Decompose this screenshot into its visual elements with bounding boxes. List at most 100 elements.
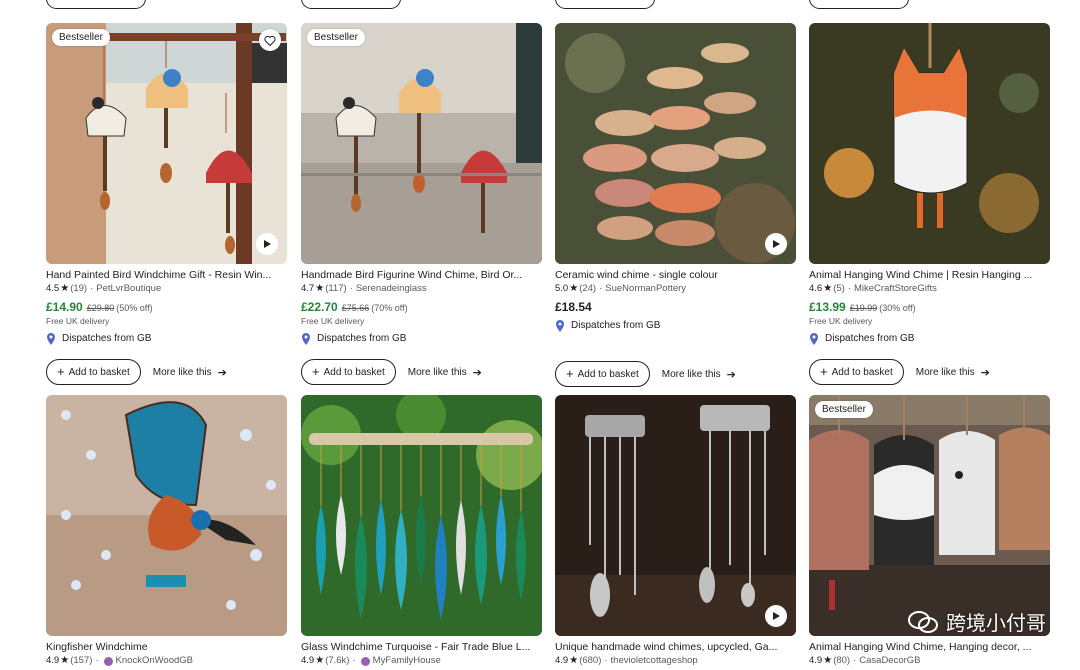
plus-icon: +	[312, 364, 320, 379]
listing-card[interactable]: Glass Windchime Turquoise - Fair Trade B…	[301, 395, 542, 668]
previous-row-basket-button[interactable]	[555, 0, 655, 9]
rating-row: 4.9 ★ (7.6k) · MyFamilyHouse	[301, 654, 542, 668]
price-row: £22.70 £75.66 (70% off)	[301, 299, 542, 315]
rating-value: 4.9	[301, 655, 315, 666]
rating-row: 4.9 ★ (80) · CasaDecorGB	[809, 654, 1050, 668]
shop-name[interactable]: thevioletcottageshop	[611, 654, 698, 668]
add-to-basket-button[interactable]: + Add to basket	[809, 359, 904, 385]
bestseller-badge: Bestseller	[52, 29, 110, 46]
watermark-text: 跨境小付哥	[946, 613, 1046, 635]
original-price: £19.99	[849, 303, 878, 313]
listing-title[interactable]: Handmade Bird Figurine Wind Chime, Bird …	[301, 268, 542, 282]
listing-image[interactable]: Bestseller	[809, 395, 1050, 636]
play-icon[interactable]	[765, 605, 787, 627]
previous-row-basket-button[interactable]	[809, 0, 909, 9]
more-like-this-label: More like this	[661, 368, 721, 380]
dispatch-text: Dispatches from GB	[825, 333, 915, 344]
separator: ·	[349, 283, 353, 294]
card-actions: + Add to basket More like this ➔	[301, 359, 542, 385]
cutlery-windchime-photo	[555, 395, 796, 636]
listing-card[interactable]: Kingfisher Windchime 4.9 ★ (157) · Knock…	[46, 395, 287, 668]
more-like-this-link[interactable]: More like this ➔	[916, 366, 990, 379]
review-count: (117)	[325, 283, 347, 294]
original-price: £29.80	[86, 303, 115, 313]
more-like-this-link[interactable]: More like this ➔	[408, 366, 482, 379]
rating-row: 4.5 ★ (19) · PetLvrBoutique	[46, 282, 287, 296]
delivery-note: Free UK delivery	[809, 316, 873, 326]
location-pin-icon	[302, 333, 310, 345]
shop-name[interactable]: SueNormanPottery	[605, 282, 686, 296]
previous-row-basket-button[interactable]	[46, 0, 146, 9]
shop-name[interactable]: Serenadeinglass	[356, 282, 427, 296]
add-to-basket-button[interactable]: + Add to basket	[46, 359, 141, 385]
price-row: £14.90 £29.80 (50% off)	[46, 299, 287, 315]
play-icon[interactable]	[256, 233, 278, 255]
separator: ·	[352, 655, 356, 666]
shop-name[interactable]: KnockOnWoodGB	[116, 654, 193, 668]
listing-title[interactable]: Hand Painted Bird Windchime Gift - Resin…	[46, 268, 287, 282]
star-icon: ★	[569, 283, 579, 294]
location-pin-icon	[810, 333, 818, 345]
price-row: £18.54	[555, 299, 796, 315]
heart-icon[interactable]	[259, 29, 281, 51]
star-icon: ★	[569, 655, 579, 666]
delivery-note: Free UK delivery	[301, 316, 365, 326]
listing-title[interactable]: Kingfisher Windchime	[46, 640, 287, 654]
listing-image[interactable]	[555, 23, 796, 264]
star-icon: ★	[823, 283, 833, 294]
bird-figurine-photo	[301, 23, 542, 264]
listing-image[interactable]	[809, 23, 1050, 264]
star-seller-icon	[103, 656, 113, 666]
rating-value: 4.9	[555, 655, 569, 666]
listing-title[interactable]: Animal Hanging Wind Chime, Hanging decor…	[809, 640, 1050, 654]
add-to-basket-label: Add to basket	[831, 366, 893, 378]
rating-value: 4.9	[46, 655, 60, 666]
review-count: (157)	[70, 655, 93, 666]
dispatch-info: Dispatches from GB	[555, 319, 796, 333]
listing-card[interactable]: Animal Hanging Wind Chime | Resin Hangin…	[809, 23, 1050, 385]
separator: ·	[599, 283, 603, 294]
rating-value: 5.0	[555, 283, 569, 294]
previous-row-basket-button[interactable]	[301, 0, 401, 9]
listing-title[interactable]: Unique handmade wind chimes, upcycled, G…	[555, 640, 796, 654]
more-like-this-link[interactable]: More like this ➔	[153, 366, 227, 379]
separator: ·	[90, 283, 94, 294]
star-icon: ★	[823, 655, 833, 666]
shop-name[interactable]: CasaDecorGB	[859, 654, 920, 668]
shop-name[interactable]: MyFamilyHouse	[373, 654, 441, 668]
listing-card[interactable]: Ceramic wind chime - single colour 5.0 ★…	[555, 23, 796, 387]
shop-name[interactable]: PetLvrBoutique	[96, 282, 161, 296]
listing-card[interactable]: Bestseller Hand Painted Bird Windchime G…	[46, 23, 287, 385]
listing-image[interactable]: Bestseller	[301, 23, 542, 264]
listing-title[interactable]: Animal Hanging Wind Chime | Resin Hangin…	[809, 268, 1050, 282]
listing-image[interactable]	[555, 395, 796, 636]
rating-row: 4.7 ★ (117) · Serenadeinglass	[301, 282, 542, 296]
add-to-basket-button[interactable]: + Add to basket	[555, 361, 650, 387]
play-icon[interactable]	[765, 233, 787, 255]
more-like-this-label: More like this	[407, 366, 467, 378]
wechat-icon	[908, 610, 938, 633]
listing-card[interactable]: Bestseller Handmade Bird Figurine Wind C…	[301, 23, 542, 385]
listing-image[interactable]	[301, 395, 542, 636]
listing-image[interactable]	[46, 395, 287, 636]
listing-image[interactable]: Bestseller	[46, 23, 287, 264]
bird-windchime-photo	[46, 23, 287, 264]
previous-row-strip	[0, 0, 1080, 10]
star-icon: ★	[60, 283, 70, 294]
listing-title[interactable]: Ceramic wind chime - single colour	[555, 268, 796, 282]
more-like-this-link[interactable]: More like this ➔	[662, 368, 736, 381]
add-to-basket-label: Add to basket	[577, 368, 639, 380]
watermark: 跨境小付哥	[908, 607, 1046, 636]
location-pin-icon	[47, 333, 55, 345]
price-row: £13.99 £19.99 (30% off)	[809, 299, 1050, 315]
shop-name[interactable]: MikeCraftStoreGifts	[854, 282, 937, 296]
listing-card[interactable]: Unique handmade wind chimes, upcycled, G…	[555, 395, 796, 668]
fox-windchime-photo	[809, 23, 1050, 264]
ceramic-windchime-photo	[555, 23, 796, 264]
rating-row: 5.0 ★ (24) · SueNormanPottery	[555, 282, 796, 296]
add-to-basket-button[interactable]: + Add to basket	[301, 359, 396, 385]
rating-value: 4.6	[809, 283, 823, 294]
glass-windchime-photo	[301, 395, 542, 636]
listing-title[interactable]: Glass Windchime Turquoise - Fair Trade B…	[301, 640, 542, 654]
price: £18.54	[555, 300, 592, 314]
